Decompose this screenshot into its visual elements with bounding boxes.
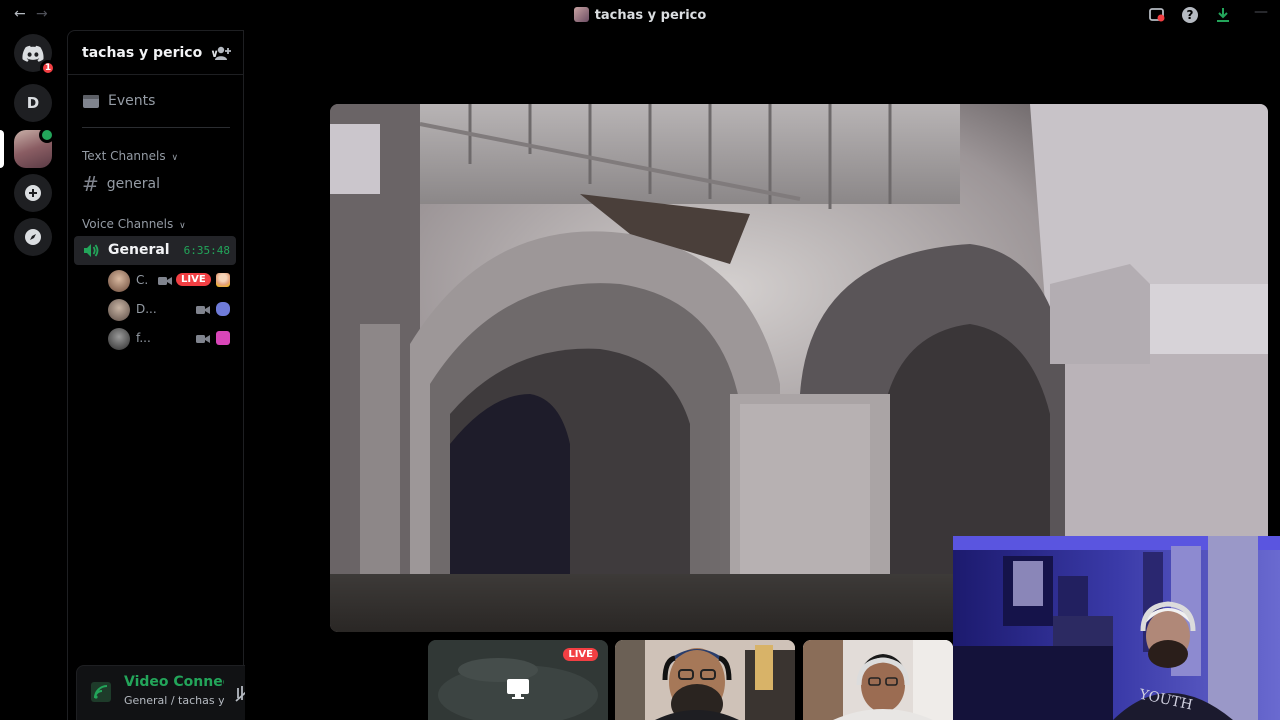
selected-server-pill [0,130,4,168]
voice-timer: 6:35:48 [183,244,230,257]
events-divider [82,127,230,128]
avatar [108,299,130,321]
thumbnail-user-video[interactable] [803,640,953,720]
channel-general[interactable]: # general [82,172,160,196]
signal-strength-icon[interactable] [91,682,111,702]
live-badge: LIVE [176,273,211,286]
thumbnail-user-video[interactable] [615,640,795,720]
game-controller-icon [216,302,230,316]
title-bar: ← → tachas y perico ? — [0,0,1280,30]
voice-channel-general[interactable]: General 6:35:48 [74,236,236,265]
hash-icon: # [82,172,99,196]
chevron-down-icon: ∨ [171,153,179,163]
window-title-text: tachas y perico [594,8,707,23]
screen-share-icon [507,679,529,699]
add-member-icon[interactable] [214,44,232,62]
text-category-label: Text Channels [82,149,166,163]
activity-emoji-icon [216,331,230,345]
avatar [108,270,130,292]
activity-emoji-icon [216,273,230,287]
speaker-icon [84,244,99,257]
avatar [108,328,130,350]
download-icon[interactable] [1214,6,1232,24]
compass-icon [25,229,41,245]
voice-user-name: f... [136,331,151,345]
self-view-video[interactable]: YOUTH [953,536,1280,720]
voice-user-name: D... [136,302,157,316]
channel-sidebar: tachas y perico ∨ Events Text Channels ∨… [67,30,304,720]
server-rail: 1 D [0,30,66,720]
calendar-icon [83,95,99,108]
camera-icon [158,277,172,285]
voice-connected-status[interactable]: Video Connected [124,674,224,690]
server-letter: D [26,94,40,112]
voice-user-name: C. [136,273,149,287]
server-tachas-button[interactable] [14,127,55,168]
plus-icon [25,185,41,201]
server-thumb-icon [573,7,589,22]
discord-logo-icon [22,45,44,62]
window-title: tachas y perico [0,7,1280,23]
minimize-icon[interactable]: — [1254,4,1268,20]
voice-active-indicator-icon [39,127,55,143]
video-stage: LIVE YOUTH [245,30,1280,720]
self-view-image: YOUTH [953,536,1280,720]
thumbnail-stream[interactable]: LIVE [428,640,608,720]
explore-servers-button[interactable] [14,218,52,256]
svg-text:?: ? [1187,8,1194,22]
voice-user-row[interactable]: D... [108,297,236,321]
help-icon[interactable]: ? [1181,6,1199,24]
add-server-button[interactable] [14,174,52,212]
camera-icon [196,335,210,343]
direct-messages-button[interactable]: 1 [14,34,56,76]
voice-category-label: Voice Channels [82,217,174,231]
server-d-button[interactable]: D [14,84,52,122]
channel-label: general [106,176,160,192]
camera-icon [196,306,210,314]
voice-user-row[interactable]: C. LIVE [108,268,236,292]
server-name: tachas y perico [82,45,203,61]
unread-badge: 1 [40,60,56,76]
voice-user-row[interactable]: f... [108,326,236,350]
chevron-down-icon: ∨ [179,221,186,231]
live-badge: LIVE [563,648,598,661]
inbox-icon[interactable] [1148,6,1166,24]
events-link[interactable]: Events [82,93,155,109]
events-label: Events [108,93,156,109]
thumbnail-image [803,640,953,720]
voice-connected-channel[interactable]: General / tachas y perico [124,694,224,707]
voice-channel-name: General [108,242,170,258]
thumbnail-image [615,640,795,720]
voice-channels-category[interactable]: Voice Channels ∨ [82,217,186,231]
text-channels-category[interactable]: Text Channels ∨ [82,149,178,163]
header-divider [68,74,244,75]
server-name-header[interactable]: tachas y perico ∨ [82,45,219,61]
